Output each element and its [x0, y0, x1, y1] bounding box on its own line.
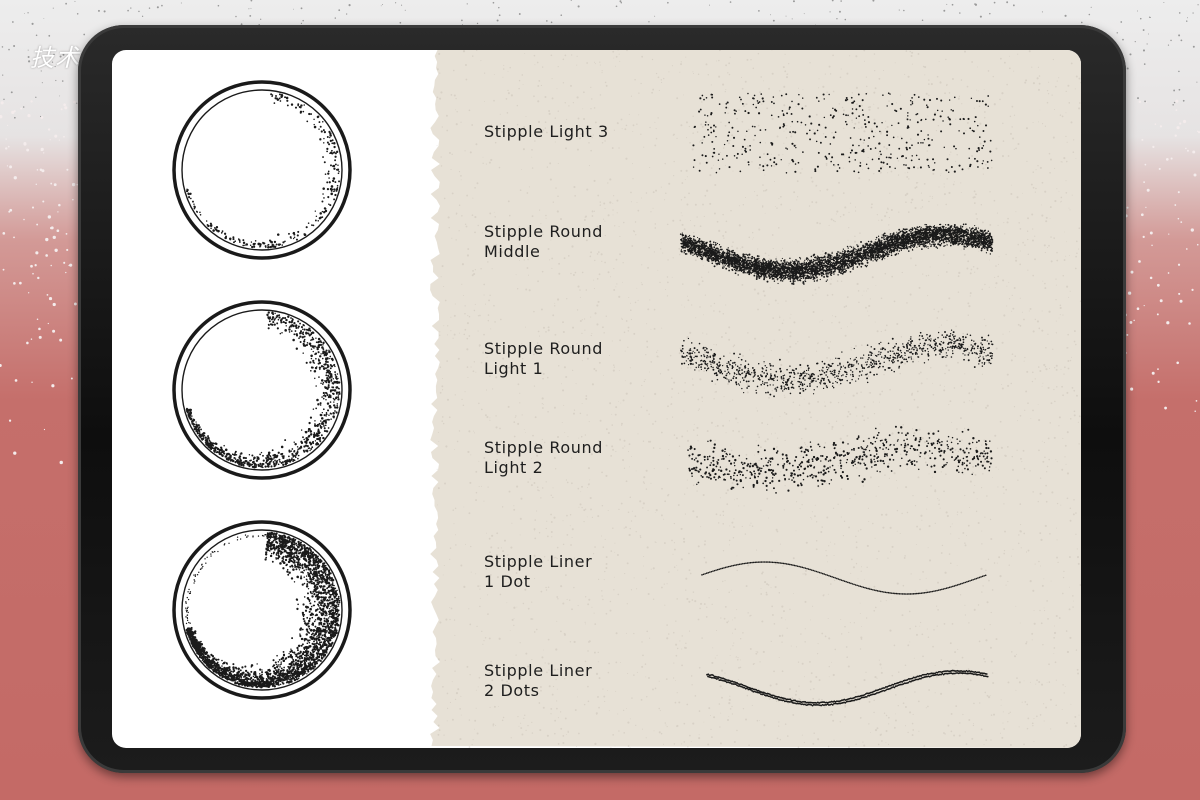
brush-name-line: Light 1	[484, 359, 544, 378]
brush-label-stipple-round-light-2: Stipple Round Light 2	[484, 438, 684, 478]
stipple-circle-dense	[172, 520, 352, 700]
tablet-screen: Stipple Light 3 Stipple Round Middle Sti…	[112, 50, 1081, 748]
brush-name-line: Stipple Light 3	[484, 122, 609, 141]
brush-stroke-stipple-liner-2-dots	[706, 669, 989, 707]
brush-label-stipple-round-light-1: Stipple Round Light 1	[484, 339, 684, 379]
brush-name-line: Stipple Liner	[484, 552, 593, 571]
brush-name-line: Stipple Round	[484, 438, 603, 457]
stipple-circle-examples	[172, 80, 352, 700]
brush-name-line: Stipple Liner	[484, 661, 593, 680]
brush-stroke-stipple-liner-1-dot	[701, 561, 987, 595]
brush-label-stipple-round-middle: Stipple Round Middle	[484, 222, 684, 262]
brush-name-line: Light 2	[484, 458, 544, 477]
brush-label-stipple-light-3: Stipple Light 3	[484, 122, 684, 142]
brush-name-line: Stipple Round	[484, 339, 603, 358]
brush-label-stipple-liner-1-dot: Stipple Liner 1 Dot	[484, 552, 684, 592]
brush-name-line: 1 Dot	[484, 572, 531, 591]
stipple-circle-light	[172, 80, 352, 260]
brush-name-line: Middle	[484, 242, 541, 261]
brush-stroke-stipple-light-3	[692, 92, 993, 174]
brush-stroke-stipple-round-middle	[679, 223, 994, 285]
stipple-circle-medium	[172, 300, 352, 480]
brush-name-line: Stipple Round	[484, 222, 603, 241]
brush-stroke-stipple-round-light-2	[687, 425, 993, 494]
brush-label-stipple-liner-2-dots: Stipple Liner 2 Dots	[484, 661, 684, 701]
brush-stroke-stipple-round-light-1	[680, 329, 994, 398]
brush-name-line: 2 Dots	[484, 681, 540, 700]
